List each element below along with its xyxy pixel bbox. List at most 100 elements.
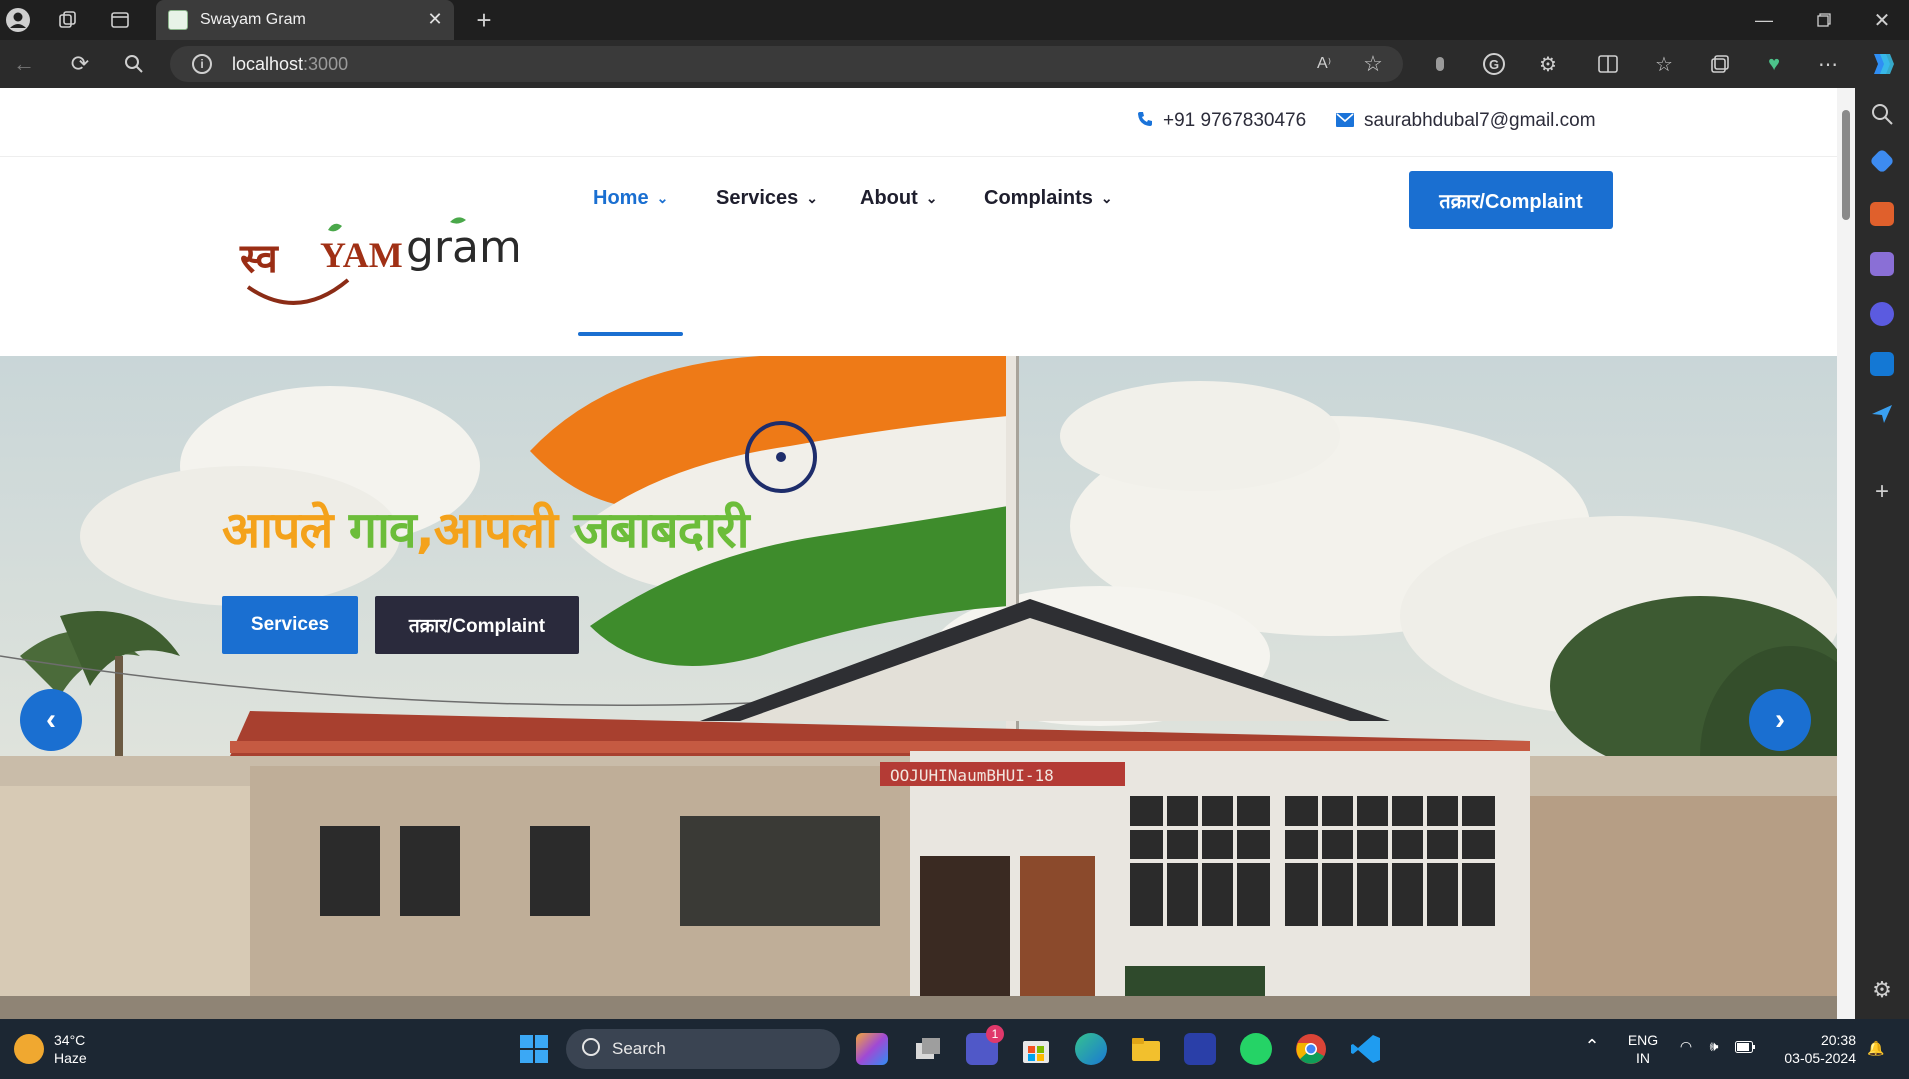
phone-contact[interactable]: +91 9767830476: [1137, 110, 1306, 132]
language-line2: IN: [1636, 1050, 1650, 1066]
edge-icon[interactable]: [1075, 1033, 1107, 1065]
favorites-icon[interactable]: ☆: [1652, 52, 1676, 76]
profile-icon[interactable]: [4, 6, 32, 34]
language-indicator[interactable]: ENG IN: [1618, 1031, 1668, 1067]
minimize-icon[interactable]: —: [1752, 8, 1776, 32]
whatsapp-icon[interactable]: [1240, 1033, 1272, 1065]
nav-services[interactable]: Services ⌄: [716, 187, 818, 210]
clock-date: 03-05-2024: [1784, 1050, 1856, 1066]
nav-complaints[interactable]: Complaints ⌄: [984, 187, 1113, 210]
sidebar-settings-icon[interactable]: ⚙: [1870, 978, 1894, 1002]
nav-about[interactable]: About ⌄: [860, 187, 938, 210]
wifi-icon[interactable]: ◠: [1676, 1037, 1696, 1055]
nav-home-label: Home: [593, 187, 649, 209]
vscode-icon[interactable]: [1350, 1033, 1382, 1065]
more-options-icon[interactable]: ⋯: [1816, 52, 1840, 76]
favorite-star-icon[interactable]: ☆: [1360, 51, 1386, 77]
split-screen-icon[interactable]: [1596, 52, 1620, 76]
weather-widget[interactable]: 34°C Haze: [14, 1031, 87, 1067]
carousel-next-button[interactable]: ›: [1749, 689, 1811, 751]
hero-title-part1: आपले: [222, 501, 349, 559]
close-tab-icon[interactable]: ✕: [424, 8, 446, 30]
extension-dot-icon[interactable]: [1430, 54, 1450, 74]
nav-about-label: About: [860, 187, 918, 209]
url-port: :3000: [303, 54, 349, 74]
nav-home[interactable]: Home ⌄: [593, 187, 668, 210]
edge-sidebar: + ⚙: [1855, 88, 1909, 1019]
svg-text:स्व: स्व: [239, 235, 280, 282]
tools-icon[interactable]: [1870, 202, 1894, 226]
svg-text:OOJUHINaumBHUI-18: OOJUHINaumBHUI-18: [890, 766, 1054, 785]
grammarly-icon[interactable]: G: [1482, 52, 1506, 76]
file-explorer-icon[interactable]: [1130, 1033, 1162, 1065]
site-info-icon[interactable]: i: [192, 54, 212, 74]
copilot-taskbar-icon[interactable]: [856, 1033, 888, 1065]
hero-image: OOJUHINaumBHUI-18: [0, 356, 1837, 1019]
weather-condition: Haze: [54, 1050, 87, 1066]
chevron-down-icon: ⌄: [1100, 190, 1113, 206]
hero-title-part4: जबाबदारी: [573, 501, 749, 559]
chevron-down-icon: ⌄: [925, 190, 938, 206]
site-header: स्व YAM gram Home ⌄ Services ⌄ About ⌄ C…: [0, 157, 1837, 357]
hero-title: आपले गाव,आपली जबाबदारी: [222, 494, 750, 562]
phone-number: +91 9767830476: [1163, 110, 1307, 131]
games-icon[interactable]: [1870, 252, 1894, 276]
battery-icon[interactable]: [1734, 1039, 1756, 1057]
back-icon[interactable]: ←: [10, 50, 38, 78]
page-viewport: +91 9767830476 saurabhdubal7@gmail.com स…: [0, 88, 1855, 1019]
haze-weather-icon: [14, 1034, 44, 1064]
tab-title: Swayam Gram: [200, 11, 306, 28]
taskbar-search[interactable]: Search: [566, 1029, 840, 1069]
chevron-right-icon: ›: [1775, 703, 1785, 736]
show-hidden-icons[interactable]: ⌃: [1582, 1037, 1602, 1055]
workspaces-icon[interactable]: [56, 8, 80, 32]
refresh-icon[interactable]: ⟳: [66, 50, 94, 78]
volume-icon[interactable]: 🕪: [1704, 1037, 1724, 1055]
clock[interactable]: 20:38 03-05-2024: [1772, 1031, 1856, 1067]
read-aloud-icon[interactable]: A ⁾: [1312, 52, 1336, 76]
collections-icon[interactable]: [1708, 52, 1732, 76]
hero-complaint-button[interactable]: तक्रार/Complaint: [375, 596, 579, 654]
address-toolbar: ← ⟳ i localhost:3000 A ⁾ ☆ G ⚙ ☆ ♥ ⋯: [0, 40, 1909, 88]
carousel-prev-button[interactable]: ‹: [20, 689, 82, 751]
shopping-tag-icon[interactable]: [1869, 148, 1895, 174]
task-view-icon[interactable]: [912, 1033, 944, 1065]
add-sidebar-app-icon[interactable]: +: [1870, 480, 1894, 504]
email-contact[interactable]: saurabhdubal7@gmail.com: [1336, 110, 1596, 132]
hero-services-button[interactable]: Services: [222, 596, 358, 654]
weather-temp: 34°C: [54, 1032, 86, 1048]
extensions-icon[interactable]: ⚙: [1536, 52, 1560, 76]
nav-complaints-label: Complaints: [984, 187, 1093, 209]
copilot-icon[interactable]: [1866, 48, 1898, 80]
scrollbar-thumb[interactable]: [1842, 110, 1850, 220]
url-field[interactable]: i localhost:3000 A ⁾ ☆: [170, 46, 1403, 82]
favicon-icon: [168, 10, 188, 30]
m365-icon[interactable]: [1870, 302, 1894, 326]
hero-title-part2: गाव: [348, 501, 417, 559]
new-tab-icon[interactable]: +: [470, 5, 498, 35]
browser-tab-active[interactable]: Swayam Gram ✕: [156, 0, 454, 40]
hero-title-part3: ,आपली: [415, 501, 574, 559]
notification-bell-icon[interactable]: 🔔: [1866, 1039, 1886, 1057]
swayam-gram-logo[interactable]: स्व YAM gram: [238, 212, 522, 312]
nav-active-indicator: [578, 332, 683, 336]
complaint-cta-button[interactable]: तक्रार/Complaint: [1409, 171, 1613, 229]
restore-icon[interactable]: [1812, 8, 1836, 32]
close-window-icon[interactable]: ✕: [1870, 8, 1894, 32]
chevron-left-icon: ‹: [46, 703, 56, 736]
sidebar-search-icon[interactable]: [1870, 102, 1894, 126]
windows-start-icon[interactable]: [518, 1033, 550, 1065]
ms-store-icon[interactable]: [1020, 1033, 1052, 1065]
powerautomate-icon[interactable]: [1184, 1033, 1216, 1065]
page-scrollbar[interactable]: [1837, 88, 1855, 1019]
language-line1: ENG: [1627, 1032, 1659, 1048]
vertical-tabs-icon[interactable]: [108, 8, 132, 32]
send-icon[interactable]: [1870, 402, 1894, 426]
browser-essentials-icon[interactable]: ♥: [1762, 52, 1786, 76]
email-address: saurabhdubal7@gmail.com: [1364, 110, 1596, 131]
outlook-icon[interactable]: [1870, 352, 1894, 376]
contact-topbar: +91 9767830476 saurabhdubal7@gmail.com: [0, 88, 1837, 157]
teams-icon[interactable]: 1: [966, 1025, 1004, 1065]
chrome-icon[interactable]: [1295, 1033, 1327, 1065]
search-icon[interactable]: [122, 52, 146, 76]
